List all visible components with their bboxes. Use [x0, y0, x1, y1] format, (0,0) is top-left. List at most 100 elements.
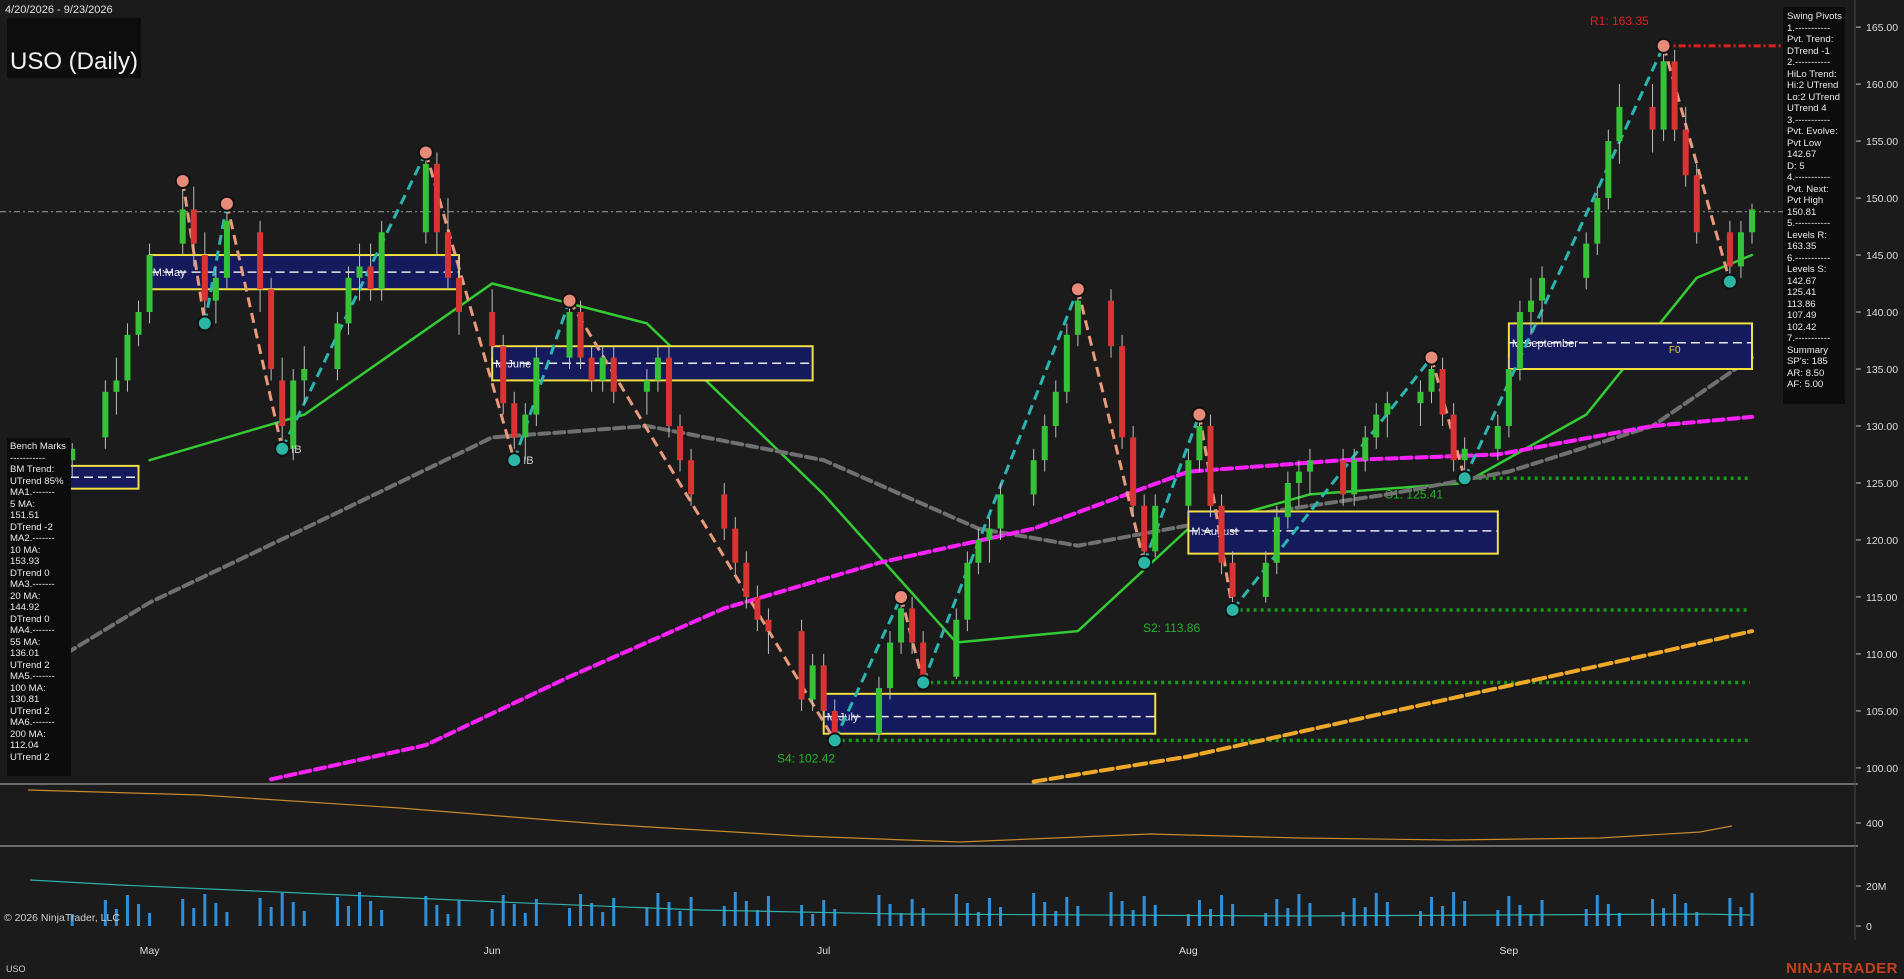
- candle-body: [809, 665, 816, 700]
- volume-tick-label: 20M: [1866, 881, 1886, 893]
- y-tick-label: 130.00: [1866, 421, 1898, 433]
- candle-body: [743, 562, 750, 597]
- volume-bar: [1076, 906, 1080, 926]
- y-tick-label: 140.00: [1866, 307, 1898, 319]
- info-panel-line: 150.81: [1787, 206, 1817, 218]
- volume-bar: [1540, 900, 1544, 926]
- volume-bar: [1496, 910, 1500, 926]
- candle-body: [1439, 369, 1446, 415]
- volume-bar: [181, 899, 185, 926]
- volume-bar: [678, 911, 682, 926]
- y-tick-label: 155.00: [1866, 136, 1898, 148]
- volume-bar: [888, 904, 892, 926]
- candle-body: [732, 528, 739, 563]
- volume-bar: [1120, 901, 1124, 926]
- volume-bar: [1363, 907, 1367, 926]
- bench-panel-line: 200 MA:: [10, 728, 46, 740]
- info-panel-line: Pvt High: [1787, 195, 1824, 206]
- candle-body: [1428, 369, 1435, 392]
- candle-body: [1373, 414, 1380, 438]
- info-panel-line: Hi:2 UTrend: [1787, 80, 1839, 91]
- price-chart[interactable]: 100.00 105.00 110.00 115.00 120.00 125.00 130.…: [0, 0, 1904, 979]
- x-month-label: Sep: [1500, 945, 1519, 957]
- volume-bar: [987, 898, 991, 926]
- volume-bar: [225, 912, 229, 926]
- volume-bar: [755, 910, 759, 926]
- volume-bar: [1507, 896, 1511, 926]
- volume-bar: [1452, 892, 1456, 926]
- candle-body: [1660, 61, 1667, 130]
- volume-bar: [1208, 909, 1212, 926]
- volume-bar: [1673, 894, 1677, 926]
- candle-body: [135, 312, 142, 335]
- volume-bar: [877, 895, 881, 926]
- candle-body: [1351, 460, 1358, 495]
- bench-panel-line: 144.92: [10, 602, 40, 613]
- info-panel-line: Pvt. Evolve:: [1787, 126, 1838, 137]
- info-panel-line: SP's: 185: [1787, 356, 1828, 367]
- candle-body: [577, 312, 584, 358]
- bench-panel-line: MA5.-------: [10, 671, 55, 682]
- candle-body: [677, 425, 684, 461]
- volume-bar: [1297, 894, 1301, 926]
- bench-panel-line: 112.04: [10, 740, 39, 751]
- info-panel-line: AR: 8.50: [1787, 367, 1825, 379]
- info-panel-line: 5.-----------: [1787, 218, 1831, 229]
- candle-body: [367, 266, 374, 290]
- monthly-box-label: M:August: [1191, 526, 1237, 538]
- candle-body: [1030, 460, 1037, 495]
- candle-body: [334, 323, 341, 370]
- x-month-label: Jul: [817, 945, 830, 957]
- swing-pivot-leg: [1430, 357, 1467, 479]
- candle-body: [356, 266, 363, 278]
- volume-bar: [645, 907, 649, 926]
- candle-body: [201, 255, 208, 301]
- brand-logo: NINJATRADER: [1786, 960, 1898, 977]
- info-panel-line: Levels S:: [1787, 264, 1827, 275]
- candle-body: [500, 346, 507, 404]
- bench-panel-line: 100 MA:: [10, 682, 46, 694]
- volume-bar: [1651, 899, 1655, 926]
- swing-pivots-panel: Swing Pivots 1.----------- Pvt. Trend: DTre…: [1783, 7, 1845, 404]
- volume-bar: [1728, 898, 1732, 926]
- bench-panel-line: MA6.-------: [10, 717, 55, 728]
- candle-body: [1130, 437, 1137, 506]
- volume-bar: [1032, 893, 1036, 926]
- swing-pivot-marker: [174, 172, 191, 189]
- volume-bar: [667, 902, 671, 926]
- volume-bar: [1220, 895, 1224, 926]
- bench-panel-line: MA3.-------: [10, 579, 55, 590]
- volume-bar: [1341, 912, 1345, 926]
- bench-panel-line: 5 MA:: [10, 498, 36, 510]
- candle-body: [1749, 209, 1755, 233]
- candle-body: [820, 665, 827, 711]
- volume-bar: [1131, 910, 1135, 926]
- copyright: © 2026 NinjaTrader, LLC: [4, 912, 120, 924]
- candle-body: [444, 232, 451, 278]
- candle-body: [179, 209, 186, 244]
- candle-body: [1671, 61, 1678, 130]
- candle-body: [1063, 334, 1070, 392]
- volume-bar: [1142, 896, 1146, 926]
- volume-bar: [601, 912, 605, 926]
- volume-bar: [689, 897, 693, 926]
- bench-panel-line: 10 MA:: [10, 544, 41, 556]
- candle-body: [588, 357, 595, 381]
- volume-bar: [1418, 911, 1422, 926]
- candle-body: [1505, 369, 1512, 426]
- candle-body: [124, 334, 131, 381]
- bench-panel-line: 151.51: [10, 510, 40, 521]
- bench-panel-line: 55 MA:: [10, 636, 41, 648]
- swing-pivot-marker: [1456, 470, 1473, 487]
- candle-body: [1539, 277, 1546, 301]
- candle-body: [721, 494, 728, 529]
- candle-body: [1516, 312, 1523, 370]
- volume-bar: [1441, 906, 1445, 926]
- volume-tick-label: 0: [1866, 921, 1872, 933]
- candle-body: [1207, 425, 1214, 506]
- volume-bar: [1374, 893, 1378, 926]
- volume-bar: [1264, 913, 1268, 926]
- volume-bar: [921, 908, 925, 926]
- swing-pivot-marker: [274, 440, 291, 457]
- candle-body: [1450, 414, 1457, 461]
